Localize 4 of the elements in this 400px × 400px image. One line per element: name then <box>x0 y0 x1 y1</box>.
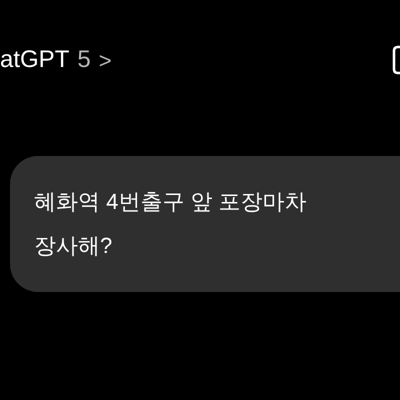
app-title[interactable]: atGPT <box>0 42 70 78</box>
chevron[interactable]: > <box>98 44 112 76</box>
model-version[interactable]: 5 <box>77 42 91 78</box>
message-bubble: 혜화역 4번출구 앞 포장마차 장사해? <box>10 156 400 292</box>
